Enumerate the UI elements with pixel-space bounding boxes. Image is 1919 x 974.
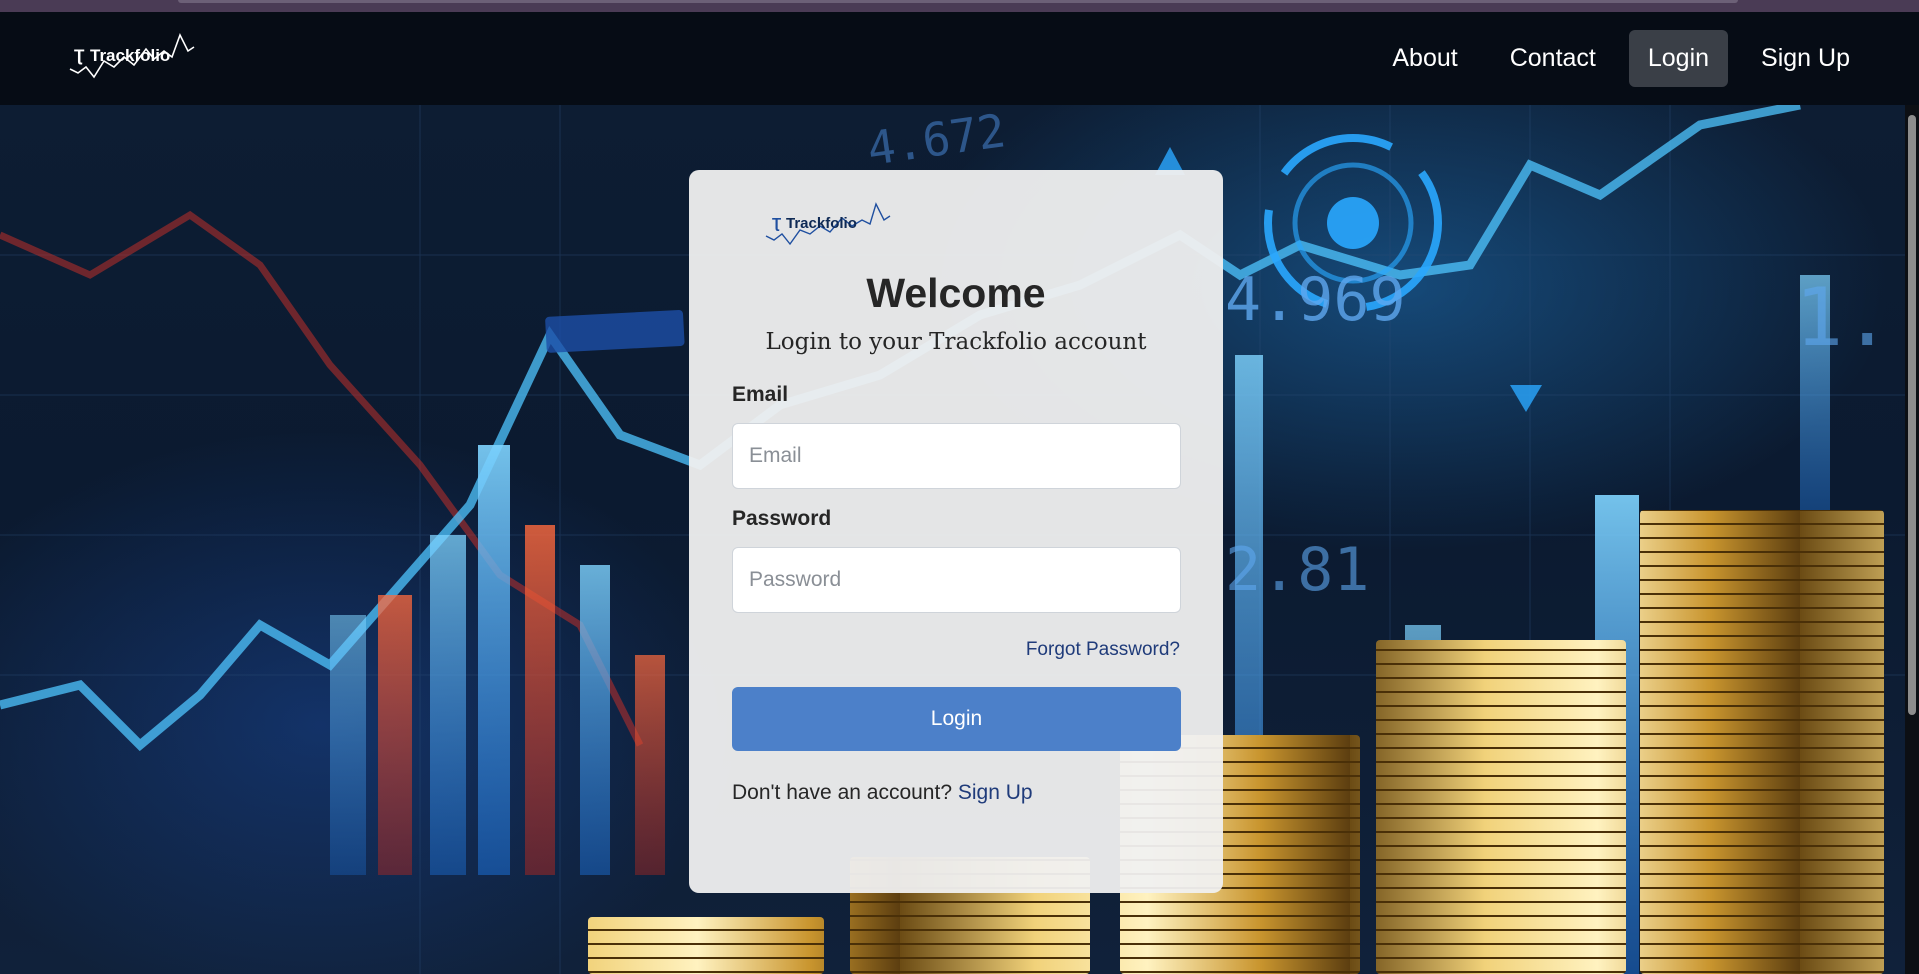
navbar: Ʈ Trackfolio About Contact Login Sign Up <box>0 12 1919 105</box>
nav-signup-link[interactable]: Sign Up <box>1742 30 1869 87</box>
scrollbar-thumb[interactable] <box>1908 115 1916 715</box>
brand-text: Trackfolio <box>90 46 170 65</box>
signup-prompt: Don't have an account? <box>732 781 952 804</box>
svg-text:Ʈ: Ʈ <box>74 46 85 65</box>
nav-contact-link[interactable]: Contact <box>1491 30 1615 87</box>
ticker-number-4: 1. <box>1795 271 1891 364</box>
brand-logo[interactable]: Ʈ Trackfolio <box>68 31 200 87</box>
login-button[interactable]: Login <box>732 687 1181 751</box>
nav-links: About Contact Login Sign Up <box>1373 30 1869 87</box>
trackfolio-logo-icon: Ʈ Trackfolio <box>69 32 195 78</box>
signup-row: Don't have an account? Sign Up <box>732 781 1180 805</box>
page-scrollbar[interactable] <box>1905 105 1919 974</box>
welcome-title: Welcome <box>866 270 1046 316</box>
forgot-password-link[interactable]: Forgot Password? <box>1026 639 1180 660</box>
email-input[interactable] <box>732 423 1181 489</box>
password-label: Password <box>732 507 832 530</box>
login-card: Ʈ Trackfolio Welcome Login to your Track… <box>689 170 1223 893</box>
ticker-number-1: 4.672 <box>864 105 1009 176</box>
card-logo-text: Trackfolio <box>786 215 857 232</box>
signup-link[interactable]: Sign Up <box>958 781 1033 804</box>
nav-login-link[interactable]: Login <box>1628 30 1729 87</box>
nav-about-link[interactable]: About <box>1373 30 1476 87</box>
browser-top-strip <box>0 0 1919 12</box>
card-trackfolio-logo-icon: Ʈ Trackfolio <box>765 202 891 246</box>
login-subtitle: Login to your Trackfolio account <box>765 329 1147 355</box>
password-input[interactable] <box>732 547 1181 613</box>
svg-text:Ʈ: Ʈ <box>772 215 781 232</box>
ticker-number-2: 4.969 <box>1225 265 1406 335</box>
email-label: Email <box>732 383 789 406</box>
ticker-number-3: 2.81 <box>1225 535 1370 605</box>
